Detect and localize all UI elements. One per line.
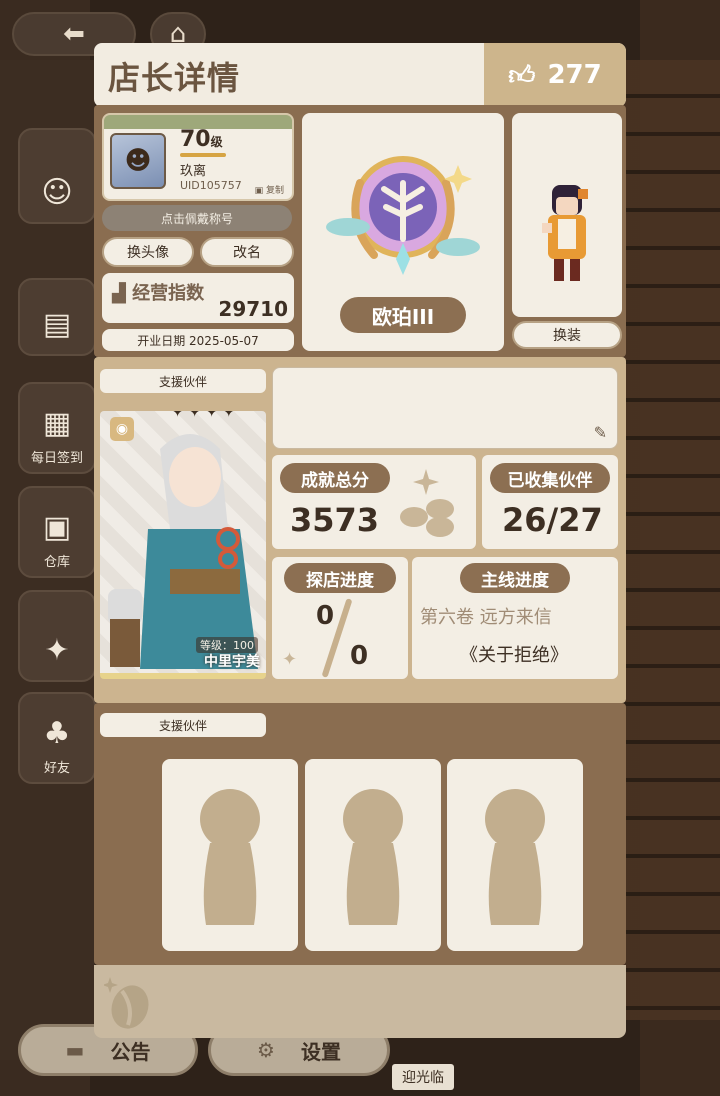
thumbs-up-icon: 👍︎ <box>508 60 536 91</box>
welcome-sign: 迎光临 <box>392 1064 454 1090</box>
business-index-card: ▟ 经营指数 29710 <box>102 273 294 323</box>
character-sprite-icon <box>542 185 588 281</box>
cats-icon: ♣ <box>43 716 71 751</box>
shopkeeper-detail-panel: 店长详情 👍︎ 277 ☻ 70级 玖离 UID105757 ▣ 复制 点击佩戴… <box>94 43 626 1038</box>
business-index-label: ▟ 经营指数 <box>112 283 205 304</box>
achievement-label: 成就总分 <box>280 463 390 493</box>
coffee-beans-icon <box>400 469 454 537</box>
empty-slot-silhouette-icon <box>343 789 403 925</box>
side-avatar-button[interactable]: ☺ <box>18 128 96 224</box>
like-count: 277 <box>547 60 602 90</box>
copy-uid-button[interactable]: ▣ 复制 <box>255 183 284 196</box>
event-button[interactable]: ✦ <box>18 590 96 682</box>
signature-note-box[interactable]: ✎ <box>272 367 618 449</box>
warehouse-button[interactable]: ▣ 仓库 <box>18 486 96 578</box>
page-title: 店长详情 <box>108 59 241 97</box>
partner-slot-2[interactable] <box>305 759 441 951</box>
collected-value: 26/27 <box>502 501 603 539</box>
achievement-card: 成就总分 3573 <box>272 455 476 549</box>
mainline-progress-card: 主线进度 第六卷 远方来信 《关于拒绝》 <box>412 557 618 679</box>
avatar-portrait-icon: ☻ <box>124 146 152 176</box>
avatar-icon: ☺ <box>41 175 73 210</box>
change-outfit-button[interactable]: 换装 <box>512 321 622 349</box>
mainline-chapter: 第六卷 远方来信 <box>420 607 552 628</box>
avatar[interactable]: ☻ <box>110 133 166 189</box>
profile-section: ☻ 70级 玖离 UID105757 ▣ 复制 点击佩戴称号 换头像 改名 ▟ … <box>94 105 626 357</box>
profile-card: ☻ 70级 玖离 UID105757 ▣ 复制 <box>102 113 294 201</box>
character-preview-card <box>512 113 622 317</box>
partner-stats-section: 支援伙伴 ◉ ✦✦✦✦ 等级：100 中里宇美 ✎ 成就总分 3573 已收集伙… <box>94 357 626 703</box>
mainline-title: 《关于拒绝》 <box>460 645 568 666</box>
player-uid: UID105757 <box>180 179 242 192</box>
support-partners-section: 支援伙伴 <box>94 703 626 965</box>
business-index-value: 29710 <box>218 297 288 321</box>
partner-slot-3[interactable] <box>447 759 583 951</box>
copy-icon: ▣ <box>254 186 264 196</box>
support-partner-card[interactable]: ◉ ✦✦✦✦ 等级：100 中里宇美 <box>100 411 266 679</box>
chart-icon: ▟ <box>112 283 126 304</box>
collected-label: 已收集伙伴 <box>490 463 610 493</box>
partner-portrait-icon <box>108 434 258 669</box>
like-button[interactable]: 👍︎ 277 <box>484 43 626 107</box>
rank-badge: 欧珀III <box>340 297 466 333</box>
explore-label: 探店进度 <box>284 563 396 593</box>
side-book-button[interactable]: ▤ <box>18 278 96 356</box>
edit-icon[interactable]: ✎ <box>594 423 607 442</box>
book-icon: ▤ <box>42 307 72 342</box>
calendar-icon: ▦ <box>42 406 72 441</box>
party-icon: ✦ <box>44 633 70 668</box>
level-progress-bar <box>180 153 226 157</box>
empty-slot-silhouette-icon <box>485 789 545 925</box>
rank-card: 欧珀III <box>302 113 504 351</box>
change-avatar-button[interactable]: 换头像 <box>102 237 194 267</box>
support-partner-label-2: 支援伙伴 <box>100 713 266 737</box>
player-level: 70级 <box>180 127 223 152</box>
player-name: 玖离 <box>180 164 207 179</box>
achievement-value: 3573 <box>290 501 380 539</box>
explore-denominator: 0 <box>350 641 369 671</box>
footer-bar <box>94 965 626 1038</box>
explore-numerator: 0 <box>316 601 335 631</box>
partner-slot-1[interactable] <box>162 759 298 951</box>
explore-progress-card: 探店进度 0 0 ✦ <box>272 557 408 679</box>
mainline-label: 主线进度 <box>460 563 570 593</box>
friends-button[interactable]: ♣ 好友 <box>18 692 96 784</box>
rename-button[interactable]: 改名 <box>200 237 294 267</box>
back-arrow-icon: ⬅ <box>63 19 85 49</box>
support-partner-label: 支援伙伴 <box>100 369 266 393</box>
panel-header: 店长详情 👍︎ 277 <box>94 43 626 107</box>
open-date: 开业日期 2025-05-07 <box>102 329 294 351</box>
wear-title-button[interactable]: 点击佩戴称号 <box>102 205 292 231</box>
coffee-bean-icon <box>104 977 149 1029</box>
daily-checkin-button[interactable]: ▦ 每日签到 <box>18 382 96 474</box>
gear-icon: ⚙ <box>257 1038 275 1062</box>
shop-shelves <box>620 60 720 1020</box>
empty-slot-silhouette-icon <box>200 789 260 925</box>
box-icon: ▣ <box>42 510 72 545</box>
notice-icon: ▬ <box>65 1038 85 1062</box>
rank-emblem-icon <box>326 156 480 275</box>
partner-name: 中里宇美 <box>204 654 260 670</box>
collected-partners-card: 已收集伙伴 26/27 <box>482 455 618 549</box>
sparkle-icon: ✦ <box>282 649 298 670</box>
